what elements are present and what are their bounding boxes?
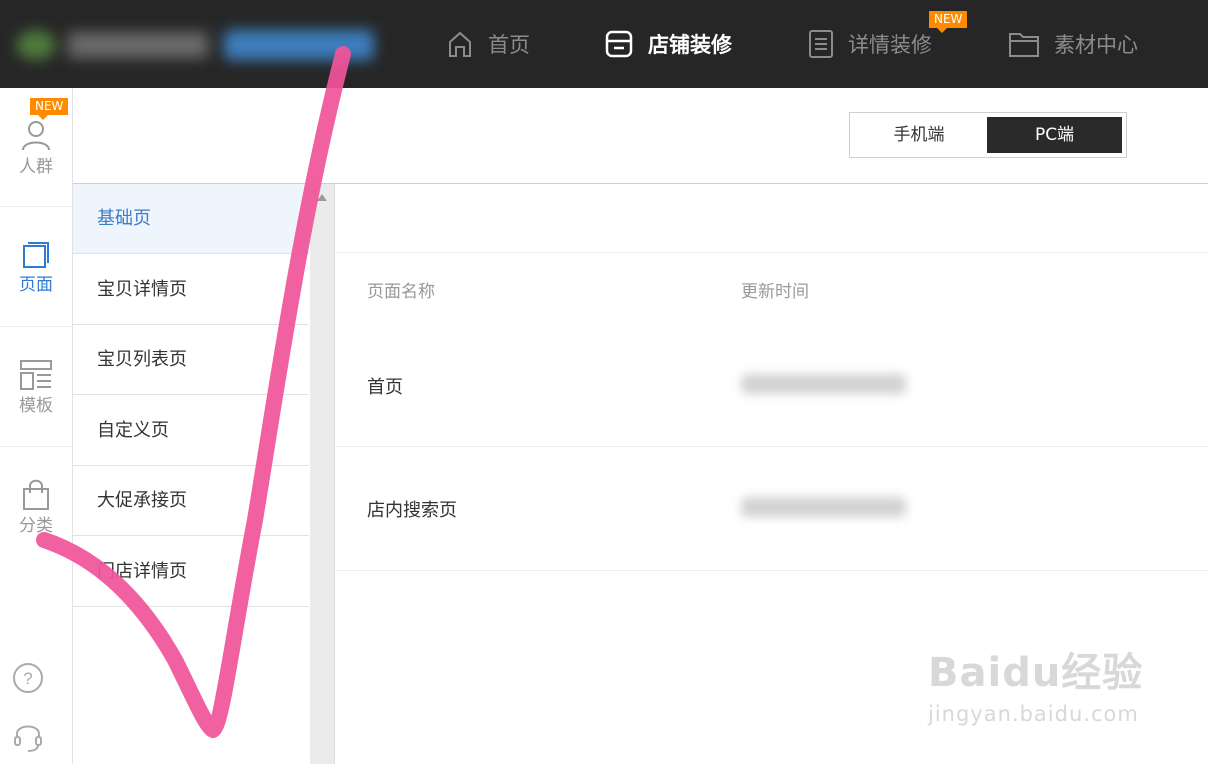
template-icon <box>20 359 52 390</box>
top-nav-bar: 首页 店铺装修 详情装修 NEW 素材中心 <box>0 0 1208 88</box>
rail-label-audience: 人群 <box>19 156 53 177</box>
new-badge: NEW <box>30 98 69 120</box>
page-type-promotion[interactable]: 大促承接页 <box>73 466 309 536</box>
column-header-page-name: 页面名称 <box>367 282 435 302</box>
nav-label-material-center: 素材中心 <box>1054 33 1138 57</box>
nav-item-store-decoration[interactable]: 店铺装修 <box>604 0 732 88</box>
blurred-logo <box>8 18 380 70</box>
watermark-brand: Baidu经验 <box>928 650 1144 696</box>
content-header: 手机端 PC端 <box>73 88 1208 184</box>
watermark-url: jingyan.baidu.com <box>928 702 1139 726</box>
svg-text:?: ? <box>23 669 32 688</box>
pc-tab[interactable]: PC端 <box>987 117 1122 153</box>
page-type-item-detail[interactable]: 宝贝详情页 <box>73 255 309 325</box>
folder-icon <box>1009 33 1039 57</box>
rail-label-pages: 页面 <box>19 274 53 295</box>
headset-icon[interactable] <box>12 720 44 754</box>
store-icon <box>605 30 633 58</box>
page-type-custom[interactable]: 自定义页 <box>73 396 309 466</box>
device-switch: 手机端 PC端 <box>849 112 1127 158</box>
page-name-cell[interactable]: 店内搜索页 <box>367 496 457 522</box>
help-icon[interactable]: ? <box>12 662 44 694</box>
scroll-up-arrow-icon[interactable] <box>317 194 327 201</box>
baidu-watermark: Baidu经验 jingyan.baidu.com <box>928 640 1143 726</box>
blurred-update-time <box>741 497 906 517</box>
nav-label-store-decoration: 店铺装修 <box>648 33 732 57</box>
rail-label-templates: 模板 <box>19 395 53 416</box>
left-rail: 人群 NEW 页面 模板 分类 ? <box>0 88 73 764</box>
column-header-update-time: 更新时间 <box>741 282 809 302</box>
page-list-scrollbar[interactable] <box>310 184 335 764</box>
document-icon <box>809 30 833 58</box>
new-badge: NEW <box>929 11 968 33</box>
mobile-tab[interactable]: 手机端 <box>852 117 986 153</box>
page-type-item-list[interactable]: 宝贝列表页 <box>73 325 309 395</box>
page-type-list: 基础页 宝贝详情页 宝贝列表页 自定义页 大促承接页 门店详情页 <box>73 184 310 764</box>
home-icon <box>449 31 471 57</box>
rail-label-categories: 分类 <box>19 515 53 536</box>
page-type-basic[interactable]: 基础页 <box>73 184 309 254</box>
rail-item-pages[interactable]: 页面 <box>0 208 72 326</box>
nav-label-home: 首页 <box>488 33 530 57</box>
nav-item-detail-decoration[interactable]: 详情装修 <box>808 0 932 88</box>
bag-icon <box>23 479 49 510</box>
nav-label-detail-decoration: 详情装修 <box>848 33 932 57</box>
nav-item-material-center[interactable]: 素材中心 <box>1008 0 1138 88</box>
rail-item-categories[interactable]: 分类 <box>0 448 72 566</box>
rail-item-templates[interactable]: 模板 <box>0 328 72 446</box>
page-type-store-detail[interactable]: 门店详情页 <box>73 537 309 607</box>
page-icon <box>23 241 49 268</box>
blurred-update-time <box>741 374 906 394</box>
user-icon <box>22 120 50 150</box>
page-name-cell[interactable]: 首页 <box>367 373 403 399</box>
nav-item-home[interactable]: 首页 <box>446 0 530 88</box>
